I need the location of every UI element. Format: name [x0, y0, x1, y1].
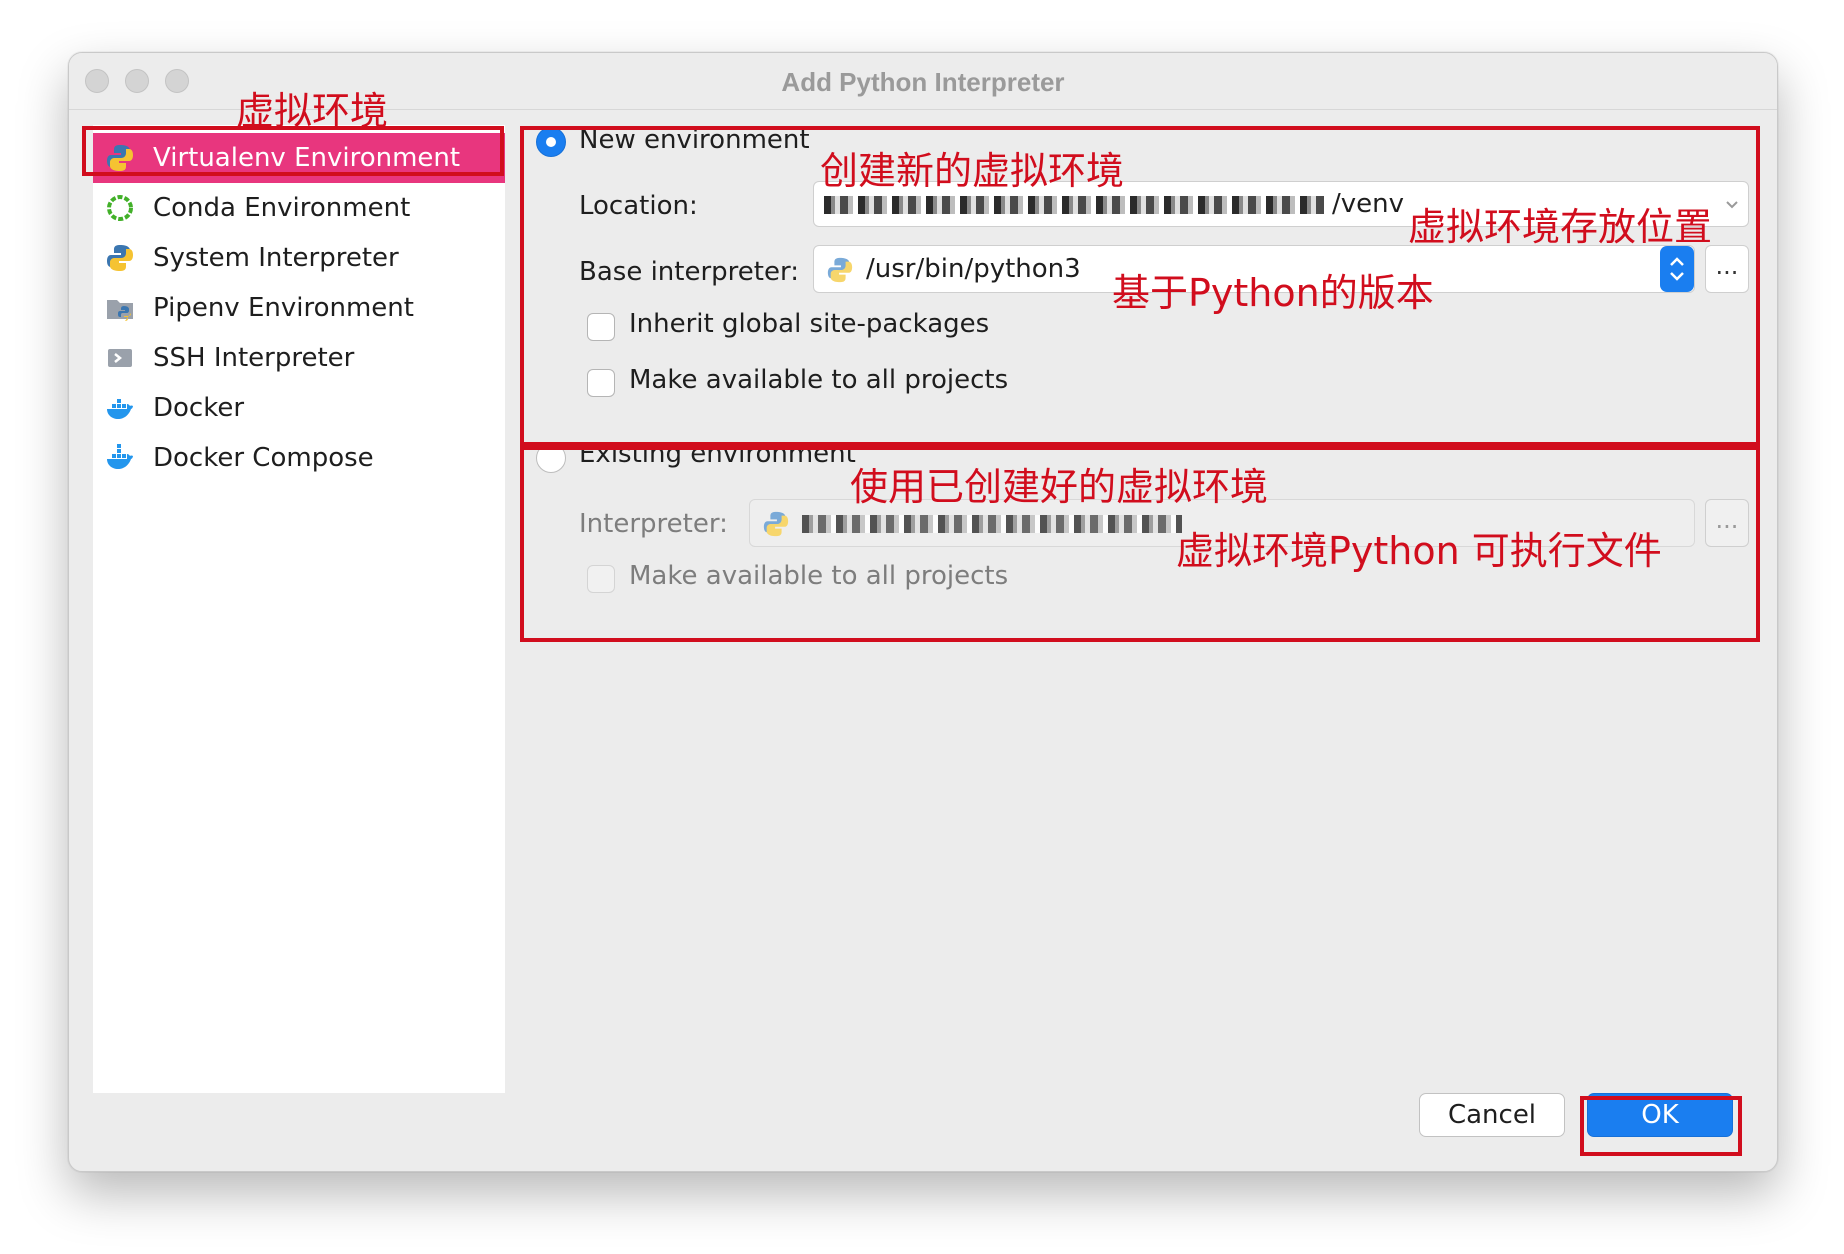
sidebar-item-label: Docker	[153, 393, 245, 423]
interpreter-type-list: Virtualenv Environment Conda Environment…	[93, 125, 505, 1093]
sidebar-item-docker[interactable]: Docker	[93, 383, 505, 433]
sidebar-item-pipenv[interactable]: Pipenv Environment	[93, 283, 505, 333]
annotation-location: 虚拟环境存放位置	[1408, 205, 1713, 249]
sidebar-item-system[interactable]: System Interpreter	[93, 233, 505, 283]
annotation-virtualenv: 虚拟环境	[236, 89, 389, 133]
sidebar-item-label: Pipenv Environment	[153, 293, 414, 323]
sidebar-item-ssh[interactable]: SSH Interpreter	[93, 333, 505, 383]
ssh-icon	[108, 349, 132, 367]
sidebar-item-docker-compose[interactable]: Docker Compose	[93, 433, 505, 483]
annotation-box-ok	[1580, 1096, 1742, 1156]
annotation-existing: 使用已创建好的虚拟环境	[850, 465, 1269, 509]
sidebar-item-label: Conda Environment	[153, 193, 411, 223]
docker-compose-icon	[107, 444, 133, 469]
sidebar-item-label: Docker Compose	[153, 443, 374, 473]
annotation-base: 基于Python的版本	[1112, 271, 1434, 315]
sidebar-item-conda[interactable]: Conda Environment	[93, 183, 505, 233]
cancel-button[interactable]: Cancel	[1419, 1093, 1565, 1137]
annotation-new-env: 创建新的虚拟环境	[820, 149, 1125, 193]
conda-icon	[107, 195, 133, 221]
docker-icon	[107, 399, 133, 419]
sidebar-item-label: System Interpreter	[153, 243, 399, 273]
sidebar-item-label: SSH Interpreter	[153, 343, 355, 373]
annotation-interpreter: 虚拟环境Python 可执行文件	[1176, 529, 1662, 573]
pipenv-icon	[107, 300, 133, 321]
python-icon	[107, 245, 133, 271]
